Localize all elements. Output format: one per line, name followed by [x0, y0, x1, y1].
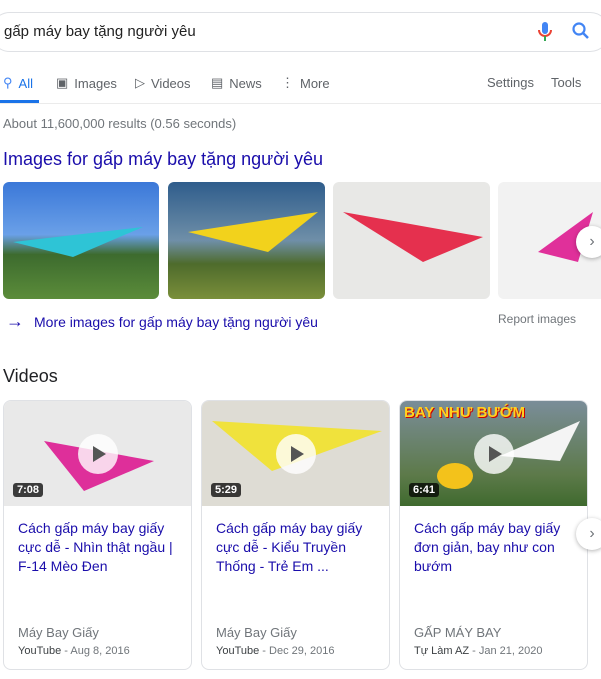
tools-link[interactable]: Tools — [551, 75, 581, 90]
search-icon[interactable] — [571, 21, 591, 46]
video-channel: Máy Bay Giấy — [18, 625, 99, 640]
video-meta: YouTube - Aug 8, 2016 — [18, 645, 130, 657]
chevron-right-icon: › — [589, 525, 595, 542]
tab-all[interactable]: ⚲ All — [3, 75, 33, 91]
result-stats: About 11,600,000 results (0.56 seconds) — [3, 116, 237, 131]
play-icon — [77, 433, 118, 474]
divider — [0, 103, 601, 104]
video-duration: 7:08 — [13, 483, 44, 497]
microphone-icon[interactable] — [537, 21, 553, 48]
more-images-link[interactable]: → More images for gấp máy bay tặng người … — [6, 311, 318, 332]
tab-news[interactable]: ▤ News — [211, 75, 262, 91]
image-icon: ▣ — [56, 75, 69, 90]
video-card[interactable]: BAY NHƯ BƯỚM 6:41 Cách gấp máy bay giấy đ… — [399, 400, 588, 670]
play-icon — [275, 433, 316, 474]
search-input[interactable]: gấp máy bay tặng người yêu — [4, 23, 196, 40]
next-images-button[interactable]: › — [576, 226, 601, 258]
video-meta: YouTube - Dec 29, 2016 — [216, 645, 335, 657]
chevron-right-icon: › — [589, 233, 595, 250]
video-duration: 6:41 — [409, 483, 440, 497]
tab-images[interactable]: ▣ Images — [56, 75, 117, 91]
report-images-link[interactable]: Report images — [498, 312, 576, 326]
more-vert-icon: ⋮ — [281, 75, 294, 90]
video-meta: Tự Làm AZ - Jan 21, 2020 — [414, 645, 543, 657]
tab-videos[interactable]: ▷ Videos — [135, 75, 191, 91]
play-icon — [473, 433, 514, 474]
video-thumbnail: 7:08 — [4, 401, 191, 506]
play-icon: ▷ — [135, 75, 145, 90]
video-thumbnail: BAY NHƯ BƯỚM 6:41 — [400, 401, 587, 506]
next-videos-button[interactable]: › — [576, 518, 601, 550]
search-icon: ⚲ — [3, 75, 13, 90]
arrow-right-icon: → — [6, 311, 24, 331]
videos-heading: Videos — [3, 366, 58, 386]
images-heading[interactable]: Images for gấp máy bay tặng người yêu — [3, 149, 323, 170]
video-thumbnail: 5:29 — [202, 401, 389, 506]
video-channel: GẤP MÁY BAY — [414, 625, 502, 640]
video-card[interactable]: 7:08 Cách gấp máy bay giấy cực dễ - Nhìn… — [3, 400, 192, 670]
video-title[interactable]: Cách gấp máy bay giấy cực dễ - Kiểu Truy… — [216, 519, 381, 576]
video-card[interactable]: 5:29 Cách gấp máy bay giấy cực dễ - Kiểu… — [201, 400, 390, 670]
video-title[interactable]: Cách gấp máy bay giấy cực dễ - Nhìn thật… — [18, 519, 183, 576]
video-duration: 5:29 — [211, 483, 242, 497]
tab-more[interactable]: ⋮ More — [281, 75, 330, 91]
video-title[interactable]: Cách gấp máy bay giấy đơn giản, bay như … — [414, 519, 579, 576]
news-icon: ▤ — [211, 75, 224, 90]
image-result[interactable] — [168, 182, 325, 299]
video-channel: Máy Bay Giấy — [216, 625, 297, 640]
settings-link[interactable]: Settings — [487, 75, 534, 90]
image-result[interactable] — [333, 182, 490, 299]
image-result[interactable] — [3, 182, 159, 299]
